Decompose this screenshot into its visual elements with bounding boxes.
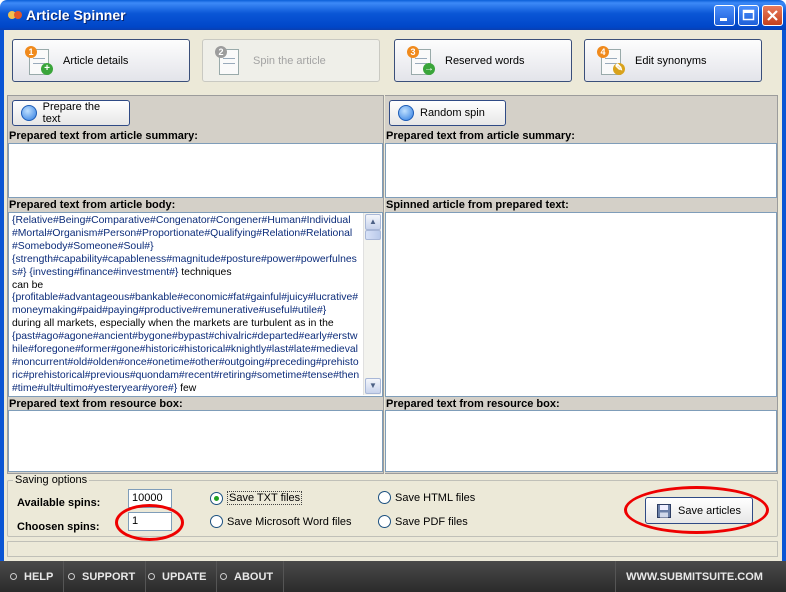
body-text-line: {Relative#Being#Comparative#Congenator#C… — [12, 215, 351, 226]
minimize-button[interactable] — [714, 5, 735, 26]
maximize-button[interactable] — [738, 5, 759, 26]
save-html-label: Save HTML files — [395, 491, 476, 504]
footer-bar: HELP SUPPORT UPDATE ABOUT WWW.SUBMITSUIT… — [0, 561, 786, 592]
update-label: UPDATE — [162, 570, 207, 583]
spinned-article-label: Spinned article from prepared text: — [386, 199, 569, 211]
edit-synonyms-button[interactable]: 4 ✎ Edit synonyms — [584, 39, 762, 82]
save-txt-label: Save TXT files — [227, 491, 303, 505]
left-resource-label: Prepared text from resource box: — [9, 398, 183, 410]
reserved-words-button[interactable]: 3 → Reserved words — [394, 39, 572, 82]
prepare-text-label: Prepare the text — [42, 101, 101, 125]
radio-icon — [210, 515, 223, 528]
minimize-icon — [720, 18, 727, 21]
highlight-oval — [624, 486, 769, 534]
chosen-spins-label: Choosen spins: — [17, 521, 100, 533]
body-text-line: can be — [12, 279, 44, 291]
status-bar — [7, 541, 778, 557]
website-label: WWW.SUBMITSUITE.COM — [626, 570, 763, 583]
help-link[interactable]: HELP — [0, 561, 65, 592]
document-icon: 2 — [215, 45, 245, 76]
save-word-label: Save Microsoft Word files — [227, 515, 352, 528]
scroll-down-icon[interactable]: ▼ — [365, 378, 381, 394]
prepare-text-button[interactable]: Prepare the text — [12, 100, 130, 126]
radio-icon — [378, 515, 391, 528]
step-label: Reserved words — [445, 54, 525, 67]
random-spin-label: Random spin — [420, 107, 485, 119]
scroll-up-icon[interactable]: ▲ — [365, 214, 381, 230]
right-resource-label: Prepared text from resource box: — [386, 398, 560, 410]
step-label: Edit synonyms — [635, 54, 707, 67]
highlight-oval — [115, 504, 184, 541]
step-label: Spin the article — [253, 54, 326, 67]
update-link[interactable]: UPDATE — [138, 561, 218, 592]
document-edit-icon: 4 ✎ — [597, 45, 627, 76]
document-icon: 1 + — [25, 45, 55, 76]
spin-article-button[interactable]: 2 Spin the article — [202, 39, 380, 82]
left-body-text: {Relative#Being#Comparative#Congenator#C… — [9, 213, 363, 395]
body-text-line: {past#ago#agone#ancient#bygone#bypast#ch… — [12, 331, 360, 394]
body-text-line: {strength#capability#capableness#magnitu… — [12, 253, 357, 278]
app-icon — [8, 11, 22, 19]
right-resource-textbox[interactable] — [385, 410, 777, 472]
close-button[interactable] — [762, 5, 783, 26]
title-bar: Article Spinner — [0, 0, 786, 30]
available-spins-label: Available spins: — [17, 497, 101, 509]
support-link[interactable]: SUPPORT — [58, 561, 147, 592]
body-text-line: {profitable#advantageous#bankable#econom… — [12, 292, 359, 317]
saving-options-legend: Saving options — [13, 474, 90, 486]
left-summary-label: Prepared text from article summary: — [9, 130, 198, 142]
body-text-line: during all markets, especially when the … — [12, 318, 334, 330]
website-link[interactable]: WWW.SUBMITSUITE.COM — [615, 561, 773, 592]
bullet-icon — [10, 573, 17, 580]
body-text-line: #Somebody#Someone#Soul#} — [12, 240, 154, 252]
save-txt-radio[interactable]: Save TXT files — [210, 491, 303, 505]
save-pdf-radio[interactable]: Save PDF files — [378, 515, 468, 528]
maximize-icon — [742, 9, 755, 21]
body-text-line: #Mortal#Organism#Person#Proportionate#Qu… — [12, 227, 353, 239]
document-arrow-icon: 3 → — [407, 45, 437, 76]
close-icon — [767, 10, 778, 21]
right-summary-textbox[interactable] — [385, 143, 777, 198]
star-icon — [21, 105, 37, 121]
scroll-thumb[interactable] — [365, 230, 381, 240]
article-details-button[interactable]: 1 + Article details — [12, 39, 190, 82]
radio-icon — [378, 491, 391, 504]
radio-selected-icon — [210, 491, 223, 505]
step-label: Article details — [63, 54, 129, 67]
window-title: Article Spinner — [26, 7, 126, 23]
body-scrollbar[interactable]: ▲ ▼ — [363, 213, 381, 395]
left-resource-textbox[interactable] — [8, 410, 383, 472]
left-body-label: Prepared text from article body: — [9, 199, 176, 211]
save-word-radio[interactable]: Save Microsoft Word files — [210, 515, 352, 528]
help-label: HELP — [24, 570, 54, 583]
right-summary-label: Prepared text from article summary: — [386, 130, 575, 142]
bullet-icon — [68, 573, 75, 580]
about-link[interactable]: ABOUT — [210, 561, 285, 592]
spin-icon — [398, 105, 414, 121]
spinned-article-textbox[interactable] — [385, 212, 777, 397]
support-label: SUPPORT — [82, 570, 136, 583]
bullet-icon — [220, 573, 227, 580]
save-pdf-label: Save PDF files — [395, 515, 468, 528]
about-label: ABOUT — [234, 570, 274, 583]
left-summary-textbox[interactable] — [8, 143, 383, 198]
save-html-radio[interactable]: Save HTML files — [378, 491, 475, 504]
random-spin-button[interactable]: Random spin — [389, 100, 506, 126]
bullet-icon — [148, 573, 155, 580]
